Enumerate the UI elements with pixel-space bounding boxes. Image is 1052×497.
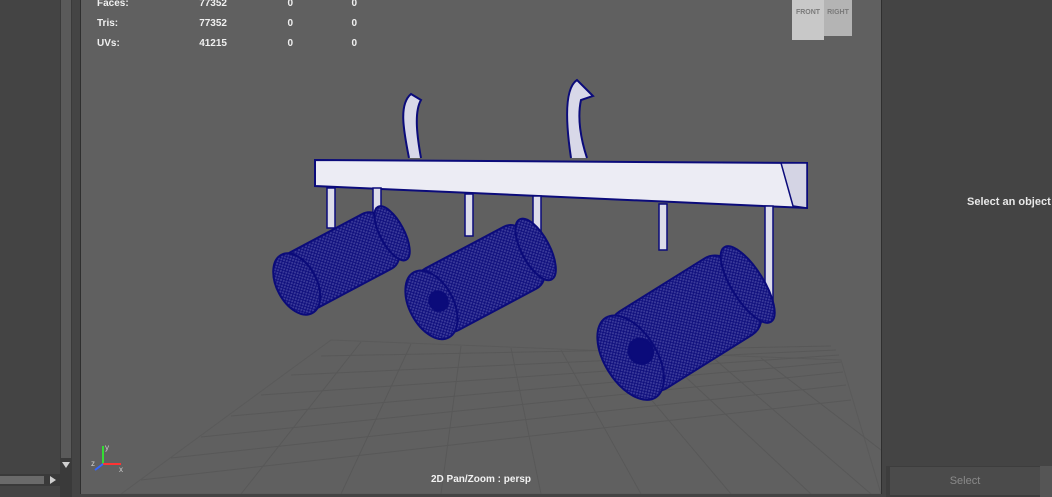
hud-label: Tris:: [97, 18, 119, 29]
hud-value: 0: [287, 0, 293, 9]
viewport-scene: [120, 78, 881, 494]
hooks: [402, 78, 595, 159]
hud-row-uvs: UVs: 41215 0 0: [97, 34, 357, 54]
axis-x-label: x: [119, 465, 123, 474]
scroll-right-arrow-icon[interactable]: [50, 476, 56, 484]
view-cube-right[interactable]: RIGHT: [824, 0, 852, 36]
horizontal-scrollbar[interactable]: [0, 474, 60, 486]
left-panel: [0, 0, 60, 497]
hud-value: 0: [287, 18, 293, 29]
axis-gizmo-icon: y x z: [91, 443, 123, 474]
hud-row-faces: Faces: 77352 0 0: [97, 0, 357, 14]
footer-edge-button[interactable]: [1040, 466, 1052, 497]
axis-z-label: z: [91, 459, 95, 468]
scrollbar-thumb[interactable]: [61, 0, 71, 458]
hud-label: UVs:: [97, 38, 120, 49]
view-cube[interactable]: FRONT RIGHT: [789, 0, 855, 42]
hud-value: 77352: [199, 0, 227, 9]
hud-value: 41215: [199, 38, 227, 49]
scroll-down-arrow-icon[interactable]: [62, 462, 70, 468]
horizontal-scrollbar-thumb[interactable]: [0, 476, 44, 484]
select-button[interactable]: Select: [890, 467, 1040, 495]
mounting-bar: [314, 158, 808, 210]
view-cube-front[interactable]: FRONT: [792, 0, 824, 40]
attribute-editor-panel: Select an object t Select: [886, 0, 1052, 497]
ground-grid: [120, 339, 881, 494]
hud-row-tris: Tris: 77352 0 0: [97, 14, 357, 34]
3d-viewport[interactable]: Faces: 77352 0 0 Tris: 77352 0 0 UVs: 41…: [80, 0, 882, 494]
spotlights: [272, 205, 776, 401]
camera-label: 2D Pan/Zoom : persp: [430, 474, 531, 485]
hud-value: 0: [287, 38, 293, 49]
hud-value: 0: [351, 0, 357, 9]
poly-count-hud: Faces: 77352 0 0 Tris: 77352 0 0 UVs: 41…: [97, 0, 357, 54]
hud-value: 77352: [199, 18, 227, 29]
vertical-scrollbar[interactable]: [60, 0, 72, 497]
hud-value: 0: [351, 38, 357, 49]
hud-label: Faces:: [97, 0, 129, 9]
empty-selection-message: Select an object t: [967, 196, 1052, 208]
axis-y-label: y: [105, 443, 109, 452]
hud-value: 0: [351, 18, 357, 29]
